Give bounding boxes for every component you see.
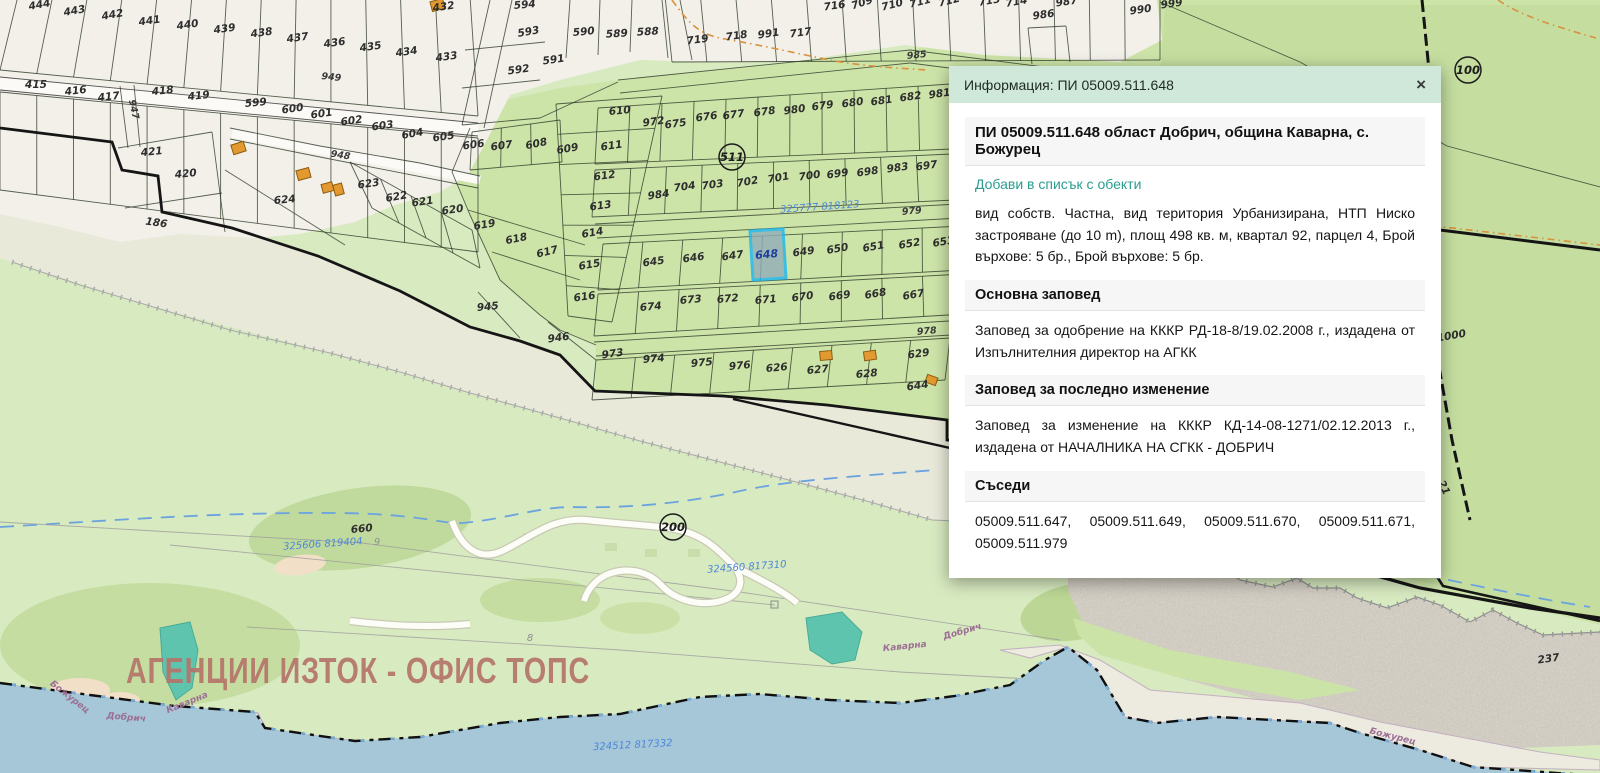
map-label: 418	[150, 84, 174, 98]
building	[863, 350, 876, 361]
map-label: 610	[608, 104, 631, 118]
main-order-text: Заповед за одобрение на КККР РД-18-8/19.…	[965, 311, 1425, 365]
map-label: 9	[374, 537, 380, 548]
info-panel: Информация: ПИ 05009.511.648 × ПИ 05009.…	[949, 66, 1441, 578]
building	[820, 350, 833, 360]
map-label: 626	[765, 361, 788, 375]
map-label: 8	[527, 633, 533, 644]
map-label: 588	[637, 25, 660, 38]
agency-watermark: АГЕНЦИИ ИЗТОК - ОФИС ТОПС	[126, 650, 590, 691]
map-label: 671	[754, 293, 777, 307]
map-label: 673	[679, 293, 702, 307]
road-number-label: 100	[1456, 63, 1480, 77]
road-number-label: 200	[661, 520, 685, 534]
close-icon[interactable]: ×	[1416, 76, 1426, 93]
map-label: 976	[728, 359, 751, 373]
panel-body: ПИ 05009.511.648 област Добрич, община К…	[949, 103, 1441, 578]
highlighted-parcel-label: 648	[755, 247, 779, 262]
map-label: 945	[476, 300, 499, 314]
panel-header: Информация: ПИ 05009.511.648 ×	[949, 66, 1441, 103]
map-label: 627	[806, 363, 830, 377]
map-label: 599	[244, 96, 267, 110]
map-label: 416	[63, 84, 87, 98]
map-label: 674	[639, 300, 662, 314]
map-label: 985	[906, 49, 927, 62]
map-label: 974	[642, 352, 665, 366]
map-label: 419	[186, 89, 210, 103]
map-label: 624	[273, 193, 296, 207]
map-label: 589	[606, 27, 629, 40]
map-label: 628	[855, 367, 878, 381]
road-number-label: 511	[720, 150, 744, 164]
map-label: 949	[321, 71, 342, 84]
map-label: 979	[901, 205, 922, 218]
map-label: 975	[690, 356, 713, 370]
map-label: 672	[716, 292, 739, 306]
map-label: 415	[24, 79, 47, 91]
map-label: 590	[572, 25, 595, 39]
map-label: 421	[139, 145, 163, 159]
attributes-text: вид собств. Частна, вид територия Урбани…	[965, 194, 1425, 270]
map-label: 417	[96, 90, 121, 104]
neighbors-text: 05009.511.647, 05009.511.649, 05009.511.…	[965, 502, 1425, 556]
section-neighbors: Съседи	[965, 471, 1425, 502]
section-main-order: Основна заповед	[965, 280, 1425, 311]
map-label: 978	[916, 325, 937, 338]
map-label: 594	[513, 0, 536, 12]
panel-header-title: Информация: ПИ 05009.511.648	[964, 77, 1174, 93]
map-label: 420	[173, 167, 197, 181]
map-label: 660	[350, 522, 373, 536]
add-to-list-link[interactable]: Добави в списък с обекти	[965, 166, 1425, 194]
section-last-change: Заповед за последно изменение	[965, 375, 1425, 406]
object-title: ПИ 05009.511.648 област Добрич, община К…	[965, 117, 1425, 166]
last-change-text: Заповед за изменение на КККР КД-14-08-12…	[965, 406, 1425, 460]
